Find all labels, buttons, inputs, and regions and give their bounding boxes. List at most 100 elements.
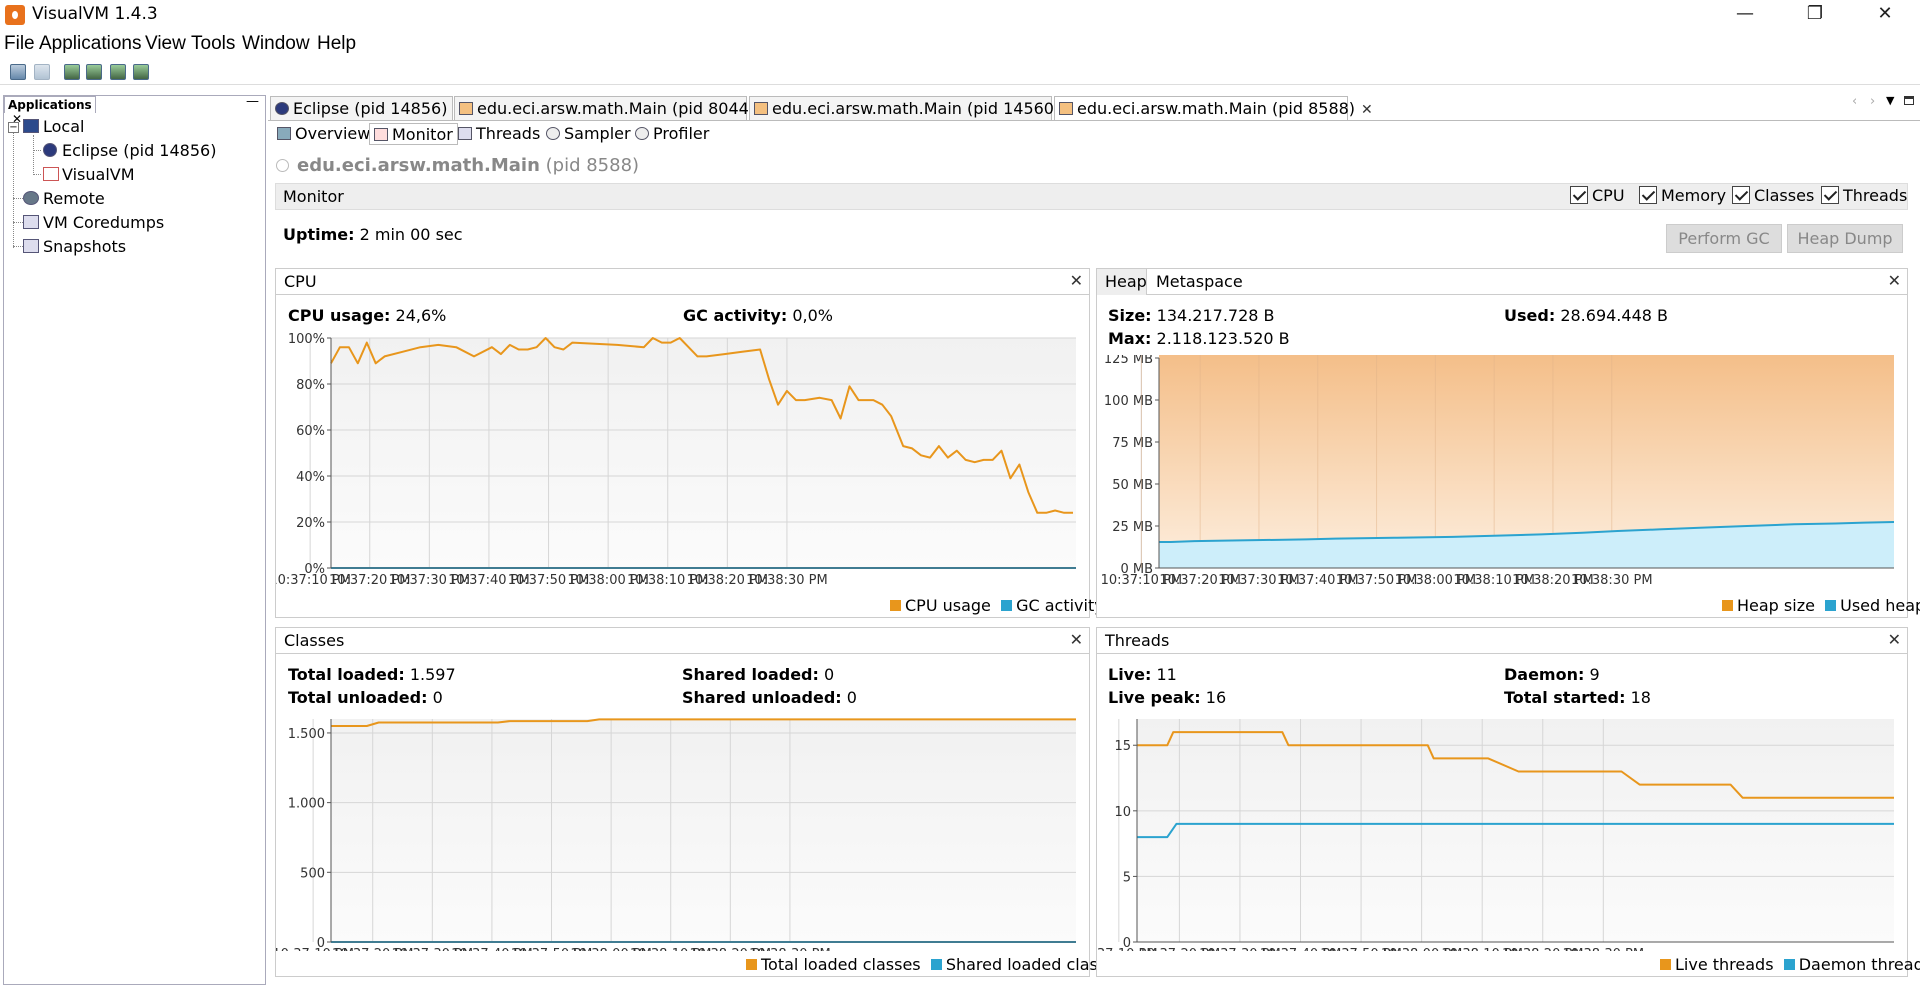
tab-scroll-left-icon[interactable]: ‹ xyxy=(1852,94,1857,109)
legend-label: CPU usage xyxy=(905,596,991,615)
legend-swatch xyxy=(1660,959,1671,970)
subtab-label: Profiler xyxy=(653,124,710,143)
threads-icon xyxy=(458,127,472,140)
tab-label: edu.eci.arsw.math.Main (pid 8588) xyxy=(1077,99,1356,118)
applications-tab[interactable]: Applications ✕ xyxy=(4,96,96,126)
applications-minimize-button[interactable]: — xyxy=(246,94,259,109)
menu-window[interactable]: Window xyxy=(242,33,310,55)
minimize-button[interactable]: — xyxy=(1710,0,1780,30)
perform-gc-button[interactable]: Perform GC xyxy=(1666,224,1782,253)
plot-area xyxy=(331,338,1076,568)
legend-label: Live threads xyxy=(1675,955,1774,974)
legend-swatch xyxy=(1001,600,1013,611)
memory-checkbox[interactable]: Memory xyxy=(1639,186,1726,205)
add-vm-coredump-icon[interactable] xyxy=(110,64,126,80)
stat-label: Shared loaded: xyxy=(682,665,819,684)
eclipse-tab-icon xyxy=(275,102,289,115)
plot-area xyxy=(331,719,1076,942)
y-tick-label: 80% xyxy=(296,378,325,393)
subtab-sampler[interactable]: Sampler xyxy=(542,123,635,145)
daemon-stat: Daemon: 9 xyxy=(1504,665,1600,684)
cpu-usage-stat: CPU usage: 24,6% xyxy=(288,306,446,325)
cpu-checkbox[interactable]: CPU xyxy=(1570,186,1625,205)
load-snapshot-icon[interactable] xyxy=(10,64,26,80)
menu-applications[interactable]: Applications xyxy=(39,33,141,55)
cpu-legend: CPU usage GC activity xyxy=(890,596,1104,615)
classes-legend: Total loaded classes Shared loaded class… xyxy=(746,955,1124,974)
maximize-panel-icon[interactable] xyxy=(1904,96,1914,105)
close-button[interactable]: ✕ xyxy=(1850,0,1920,30)
y-tick-label: 100 MB xyxy=(1104,394,1153,409)
threads-panel-close-icon[interactable]: ✕ xyxy=(1888,630,1901,649)
tab-eclipse[interactable]: Eclipse (pid 14856)✕ xyxy=(270,96,465,120)
tree-item-remote[interactable]: Remote xyxy=(43,189,105,208)
heap-panel-close-icon[interactable]: ✕ xyxy=(1888,271,1901,290)
subtab-overview[interactable]: Overview xyxy=(273,123,374,145)
subtab-profiler[interactable]: Profiler xyxy=(631,123,713,145)
stat-value: 18 xyxy=(1630,688,1651,707)
save-snapshot-icon[interactable] xyxy=(34,64,50,80)
tree-item-visualvm[interactable]: VisualVM xyxy=(62,165,135,184)
tree-item-local[interactable]: Local xyxy=(43,117,84,136)
tab-label: Eclipse (pid 14856) xyxy=(293,99,448,118)
y-tick-label: 1.000 xyxy=(288,797,325,812)
applications-tab-label: Applications xyxy=(8,98,92,112)
y-tick-label: 10 xyxy=(1114,805,1131,820)
tree-item-coredumps[interactable]: VM Coredumps xyxy=(43,213,164,232)
menu-tools[interactable]: Tools xyxy=(191,33,235,55)
uptime-value: 2 min 00 sec xyxy=(359,225,463,244)
tab-scroll-right-icon[interactable]: › xyxy=(1870,94,1875,109)
heap-used-value: 28.694.448 B xyxy=(1560,306,1668,325)
subtab-label: Monitor xyxy=(392,125,453,144)
tree-item-snapshots[interactable]: Snapshots xyxy=(43,237,126,256)
cpu-panel-header: CPU ✕ xyxy=(276,269,1089,295)
threads-checkbox[interactable]: Threads xyxy=(1821,186,1907,205)
checkbox-icon xyxy=(1639,186,1657,204)
heap-dump-button[interactable]: Heap Dump xyxy=(1787,224,1903,253)
legend-swatch xyxy=(1825,600,1837,611)
subtab-threads[interactable]: Threads xyxy=(454,123,544,145)
monitor-title: Monitor xyxy=(283,187,344,206)
add-remote-host-icon[interactable] xyxy=(86,64,102,80)
add-jmx-connection-icon[interactable] xyxy=(64,64,80,80)
x-tick-label: 10:38:30 PM xyxy=(749,947,831,951)
tab-main-8044[interactable]: edu.eci.arsw.math.Main (pid 8044)✕ xyxy=(454,96,773,120)
menu-help[interactable]: Help xyxy=(317,33,356,55)
local-host-icon xyxy=(23,119,39,133)
y-tick-label: 40% xyxy=(296,470,325,485)
legend-swatch xyxy=(1783,959,1795,970)
heap-panel-header: Heap Metaspace ✕ xyxy=(1097,269,1907,295)
tab-list-dropdown-icon[interactable]: ▼ xyxy=(1886,94,1894,107)
visualvm-logo-icon xyxy=(5,5,25,25)
tree-item-eclipse[interactable]: Eclipse (pid 14856) xyxy=(62,141,216,160)
add-snapshot-icon[interactable] xyxy=(133,64,149,80)
classes-panel-close-icon[interactable]: ✕ xyxy=(1070,630,1083,649)
legend-label: Daemon threads xyxy=(1798,955,1920,974)
metaspace-tab[interactable]: Metaspace xyxy=(1156,272,1243,291)
threads-legend: Live threads Daemon threads xyxy=(1660,955,1920,974)
subtab-monitor[interactable]: Monitor xyxy=(369,123,458,145)
cpu-usage-value: 24,6% xyxy=(395,306,447,325)
x-tick-label: 10:38:30 PM xyxy=(1571,573,1653,588)
remote-icon xyxy=(23,191,39,205)
classes-panel-header: Classes ✕ xyxy=(276,628,1089,654)
heap-used-stat: Used: 28.694.448 B xyxy=(1504,306,1668,325)
menu-file[interactable]: File xyxy=(4,33,35,55)
local-collapse-toggle[interactable]: − xyxy=(8,122,19,133)
heap-chart: 10:37:10 PM10:37:20 PM10:37:30 PM10:37:4… xyxy=(1101,355,1895,588)
legend-label: Total loaded classes xyxy=(761,955,921,974)
classes-panel-title: Classes xyxy=(284,631,345,650)
x-tick-label: 10:38:30 PM xyxy=(1563,947,1645,951)
menu-view[interactable]: View xyxy=(145,33,186,55)
window-title: VisualVM 1.4.3 xyxy=(32,4,158,24)
y-tick-label: 0% xyxy=(304,562,325,577)
tab-main-14560[interactable]: edu.eci.arsw.math.Main (pid 14560)✕ xyxy=(749,96,1078,120)
legend-label: GC activity xyxy=(1016,596,1104,615)
stat-value: 11 xyxy=(1156,665,1177,684)
cpu-panel-close-icon[interactable]: ✕ xyxy=(1070,271,1083,290)
total-loaded-stat: Total loaded: 1.597 xyxy=(288,665,456,684)
tab-close-icon[interactable]: ✕ xyxy=(1361,102,1373,118)
tab-main-8588[interactable]: edu.eci.arsw.math.Main (pid 8588) ✕ xyxy=(1054,96,1373,120)
classes-checkbox[interactable]: Classes xyxy=(1732,186,1814,205)
maximize-button[interactable]: ❐ xyxy=(1780,0,1850,30)
